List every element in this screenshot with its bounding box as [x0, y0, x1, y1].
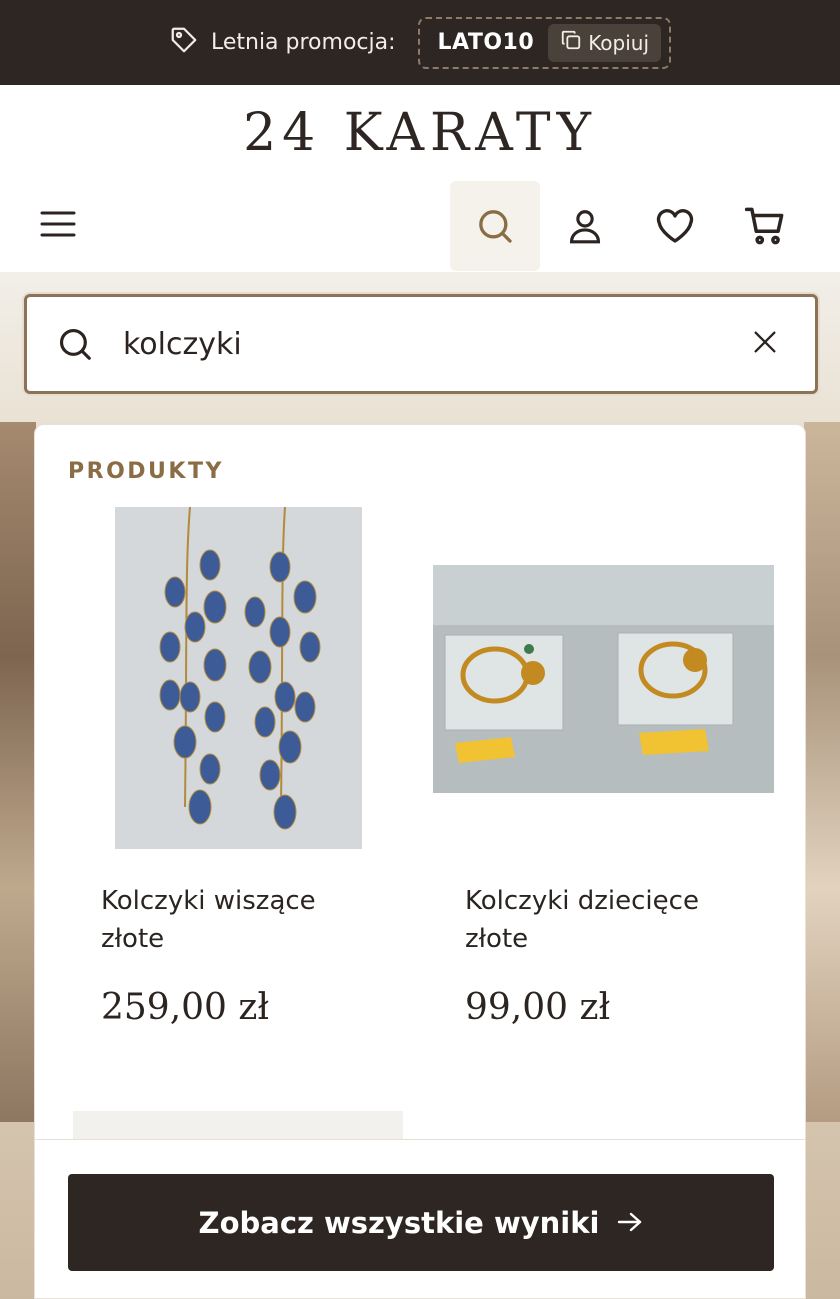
promo-code-box: LATO10 Kopiuj: [417, 16, 672, 69]
search-field-icon: [27, 325, 123, 363]
promo-text: Letnia promocja:: [169, 25, 396, 61]
background-image-left: [0, 422, 36, 1122]
product-name[interactable]: Kolczyki wiszące złote: [101, 882, 361, 958]
see-all-label: Zobacz wszystkie wyniki: [198, 1205, 600, 1240]
promo-bar: Letnia promocja: LATO10 Kopiuj: [0, 0, 840, 85]
copy-code-button[interactable]: Kopiuj: [548, 23, 662, 62]
promo-label: Letnia promocja:: [210, 30, 396, 55]
search-results-panel: PRODUKTY Kolczyki wiszące złote 259,00 z…: [34, 424, 806, 1299]
product-name[interactable]: Kolczyki dziecięce złote: [465, 882, 725, 958]
copy-icon: [560, 29, 582, 56]
product-image[interactable]: [433, 565, 774, 793]
search-icon[interactable]: [450, 181, 540, 271]
menu-icon[interactable]: [40, 209, 80, 243]
product-price: 99,00 zł: [465, 987, 611, 1028]
product-price: 259,00 zł: [101, 987, 270, 1028]
search-field: [24, 294, 818, 394]
results-footer: Zobacz wszystkie wyniki: [35, 1139, 805, 1298]
background-image-right: [804, 422, 840, 1122]
cart-icon[interactable]: [720, 181, 810, 271]
promo-code: LATO10: [437, 30, 535, 55]
search-input[interactable]: [123, 326, 715, 362]
header-nav: [0, 180, 840, 272]
copy-label: Kopiuj: [588, 30, 650, 55]
tag-icon: [169, 25, 199, 61]
logo-row: 24 KARATY: [0, 85, 840, 180]
wishlist-icon[interactable]: [630, 181, 720, 271]
brand-logo[interactable]: 24 KARATY: [243, 103, 597, 163]
close-icon: [751, 328, 779, 360]
arrow-right-icon: [617, 1206, 643, 1240]
product-image[interactable]: [115, 507, 362, 849]
see-all-results-button[interactable]: Zobacz wszystkie wyniki: [68, 1174, 774, 1271]
clear-search-button[interactable]: [715, 328, 815, 360]
account-icon[interactable]: [540, 181, 630, 271]
results-heading: PRODUKTY: [68, 459, 224, 484]
